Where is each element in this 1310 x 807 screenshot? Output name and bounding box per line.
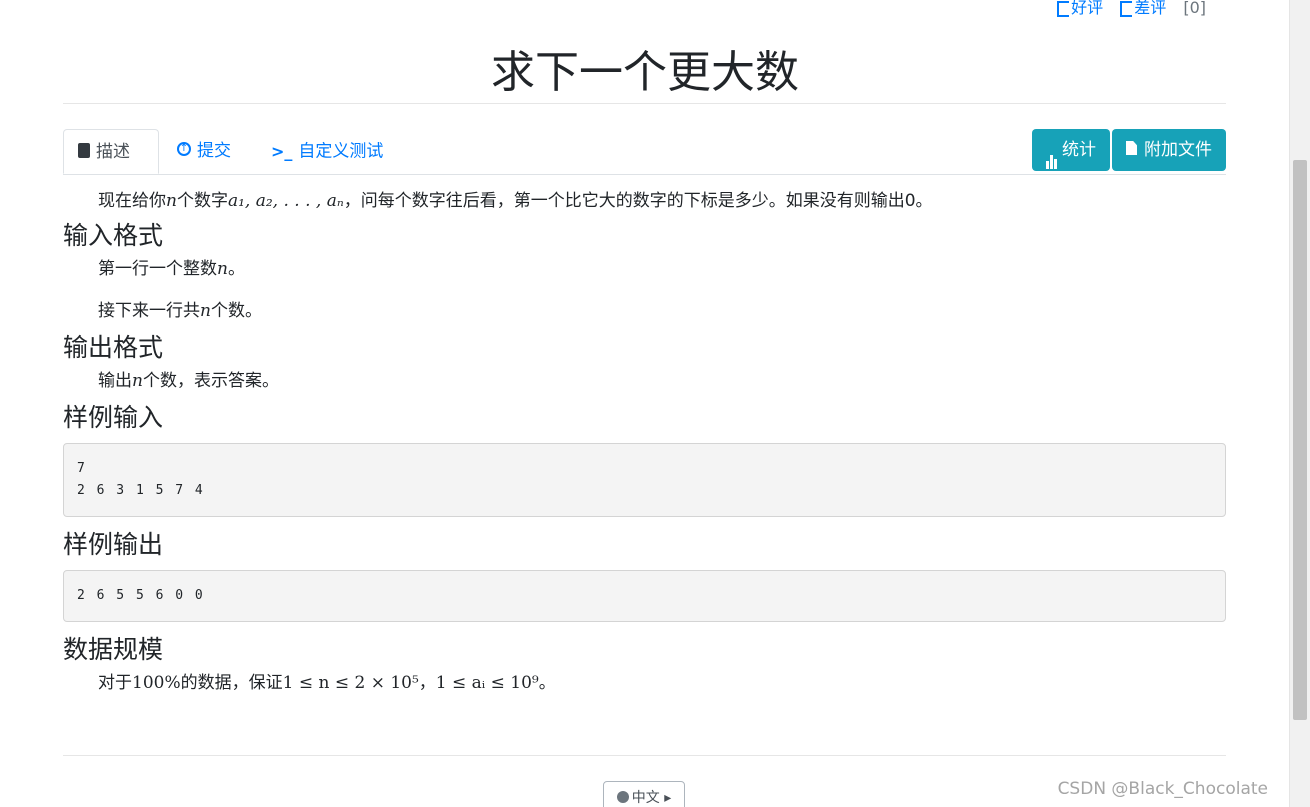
page-title: 求下一个更大数 [491, 47, 799, 98]
constraints-heading: 数据规模 [63, 635, 164, 664]
text: ，问每个数字往后看，第一个比它大的数字的下标是多少。如果没有则输出0。 [343, 191, 933, 211]
globe-icon [616, 791, 629, 803]
dislike-label: 差评 [1134, 0, 1167, 17]
caret-right-icon: ▸ [664, 790, 672, 806]
text: 第一行一个整数 [98, 259, 217, 279]
language-selector[interactable]: 中文 ▸ [603, 781, 685, 807]
text: 。 [227, 259, 245, 279]
tab-description[interactable]: 描述 [63, 129, 159, 174]
problem-content: 现在给你n个数字a₁, a₂, . . . , aₙ，问每个数字往后看，第一个比… [63, 186, 1226, 698]
input-format-line2: 接下来一行共n个数。 [98, 296, 1226, 326]
sample-input-box[interactable]: 7 2 6 3 1 5 7 4 [63, 443, 1226, 517]
scrollbar[interactable] [1289, 0, 1310, 807]
text: 接下来一行共 [98, 301, 200, 321]
stats-button[interactable]: 统计 [1032, 129, 1110, 171]
math: 100% [132, 673, 181, 693]
problem-tabs: 描述 ↑ 提交 >_ 自定义测试 统计 附加文件 [63, 129, 1226, 175]
scrollbar-thumb[interactable] [1293, 160, 1307, 720]
watermark: CSDN @Black_Chocolate [1057, 779, 1268, 799]
math: 1 ≤ n ≤ 2 × 10⁵ [282, 673, 419, 693]
tab-custom-test[interactable]: >_ 自定义测试 [257, 129, 397, 174]
divider [63, 103, 1226, 104]
math: n [166, 191, 177, 211]
dislike-link[interactable]: 差评 [1120, 0, 1166, 17]
problem-page: 好评 差评 [0] 求下一个更大数 描述 ↑ 提交 >_ 自定义测试 统计 附加文件… [0, 0, 1290, 807]
math: n [200, 301, 211, 321]
sample-output-heading: 样例输出 [63, 530, 164, 559]
text: 个数，表示答案。 [142, 371, 279, 391]
output-format-line1: 输出n个数，表示答案。 [98, 366, 1226, 396]
text: 的数据，保证 [180, 673, 283, 693]
upload-circle-icon: ↑ [177, 142, 191, 156]
action-buttons: 统计 附加文件 [1030, 129, 1226, 171]
math: a₁, a₂, . . . , aₙ [227, 191, 344, 211]
divider [63, 755, 1226, 756]
like-link[interactable]: 好评 [1057, 0, 1103, 17]
text: 对于 [98, 673, 132, 693]
tab-label: 描述 [96, 142, 130, 162]
text: ， [418, 673, 436, 693]
attachments-label: 附加文件 [1144, 140, 1212, 160]
text: 现在给你 [98, 191, 166, 211]
tab-label: 提交 [197, 141, 231, 161]
file-icon [1126, 141, 1137, 155]
output-format-heading: 输出格式 [63, 333, 164, 362]
description-text: 现在给你n个数字a₁, a₂, . . . , aₙ，问每个数字往后看，第一个比… [98, 186, 1226, 216]
attachments-button[interactable]: 附加文件 [1112, 129, 1226, 171]
sample-input-heading: 样例输入 [63, 403, 164, 432]
text: 输出 [98, 371, 132, 391]
sample-output-box[interactable]: 2 6 5 5 6 0 0 [63, 570, 1226, 622]
text: 。 [538, 673, 556, 693]
input-format-line1: 第一行一个整数n。 [98, 254, 1226, 284]
like-label: 好评 [1071, 0, 1104, 17]
terminal-icon: >_ [271, 142, 293, 161]
vote-bar: 好评 差评 [0] [1045, 0, 1206, 18]
tab-submit[interactable]: ↑ 提交 [163, 129, 245, 174]
text: 个数字 [176, 191, 228, 211]
thumbs-down-icon [1120, 0, 1133, 17]
constraints-text: 对于100%的数据，保证1 ≤ n ≤ 2 × 10⁵，1 ≤ aᵢ ≤ 10⁹… [98, 668, 1226, 698]
text: 个数。 [210, 301, 262, 321]
tab-label: 自定义测试 [298, 141, 384, 162]
language-label: 中文 [631, 790, 660, 806]
math: 1 ≤ aᵢ ≤ 10⁹ [435, 673, 539, 693]
input-format-heading: 输入格式 [63, 221, 164, 250]
vote-count: [0] [1183, 0, 1206, 17]
thumbs-up-icon [1057, 0, 1070, 17]
book-icon [78, 142, 90, 158]
bar-chart-icon [1046, 127, 1058, 169]
math: n [217, 259, 228, 279]
math: n [132, 371, 143, 391]
stats-label: 统计 [1062, 140, 1096, 160]
